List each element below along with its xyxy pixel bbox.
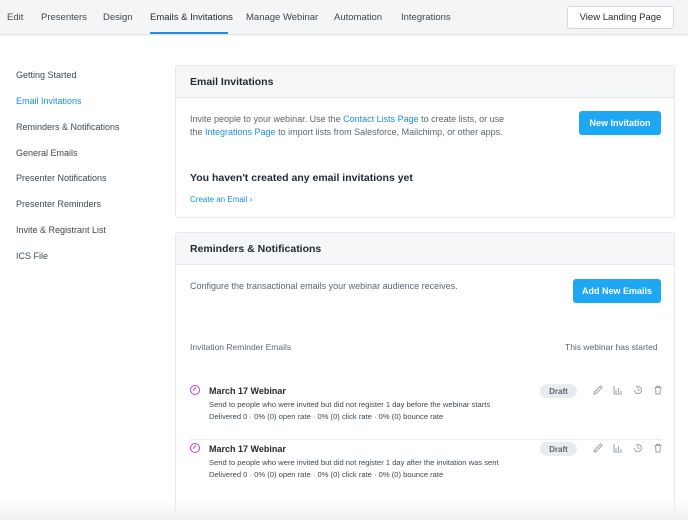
status-badge: Draft xyxy=(540,442,577,456)
email-invitations-title: Email Invitations xyxy=(190,76,274,88)
email-title: March 17 Webinar xyxy=(209,386,286,396)
clock-icon xyxy=(190,385,200,395)
sidebar-item-reminders-notifications[interactable]: Reminders & Notifications xyxy=(16,122,120,132)
description-text: Invite people to your webinar. Use the xyxy=(190,114,344,124)
list-item: March 17 Webinar Send to people who were… xyxy=(190,442,662,498)
sidebar-item-invite-registrant-list[interactable]: Invite & Registrant List xyxy=(16,225,106,235)
list-item: March 17 Webinar Send to people who were… xyxy=(190,384,662,440)
view-landing-page-button[interactable]: View Landing Page xyxy=(567,6,674,29)
sidebar-item-general-emails[interactable]: General Emails xyxy=(16,148,78,158)
reminders-notifications-card: Reminders & Notifications Configure the … xyxy=(175,232,675,520)
history-icon[interactable] xyxy=(632,442,644,454)
status-badge: Draft xyxy=(540,384,577,398)
empty-state-title: You haven't created any email invitation… xyxy=(190,172,413,184)
reminders-notifications-title: Reminders & Notifications xyxy=(190,243,322,255)
email-description: Send to people who were invited but did … xyxy=(209,458,499,467)
email-invitations-description: Invite people to your webinar. Use the C… xyxy=(190,113,508,139)
tab-presenters[interactable]: Presenters xyxy=(41,12,87,23)
sidebar-item-presenter-notifications[interactable]: Presenter Notifications xyxy=(16,173,107,183)
add-new-emails-button[interactable]: Add New Emails xyxy=(573,279,661,303)
email-invitations-card: Email Invitations Invite people to your … xyxy=(175,65,675,218)
contact-lists-link[interactable]: Contact Lists Page xyxy=(343,114,419,124)
card-header: Reminders & Notifications xyxy=(176,233,674,265)
tab-edit[interactable]: Edit xyxy=(7,12,23,23)
bottom-fade xyxy=(0,500,688,520)
description-text: to import lists from Salesforce, Mailchi… xyxy=(275,127,503,137)
card-header: Email Invitations xyxy=(176,66,674,98)
history-icon[interactable] xyxy=(632,384,644,396)
email-stats: Delivered 0 · 0% (0) open rate · 0% (0) … xyxy=(209,412,444,421)
tab-automation[interactable]: Automation xyxy=(334,12,382,23)
top-navigation: Edit Presenters Design Emails & Invitati… xyxy=(0,0,688,35)
sidebar-item-presenter-reminders[interactable]: Presenter Reminders xyxy=(16,199,101,209)
trash-icon[interactable] xyxy=(652,442,664,454)
email-description: Send to people who were invited but did … xyxy=(209,400,491,409)
sidebar-item-ics-file[interactable]: ICS File xyxy=(16,251,48,261)
divider xyxy=(190,439,662,440)
email-title: March 17 Webinar xyxy=(209,444,286,454)
trash-icon[interactable] xyxy=(652,384,664,396)
stats-icon[interactable] xyxy=(612,442,624,454)
clock-icon xyxy=(190,443,200,453)
reminders-description: Configure the transactional emails your … xyxy=(190,281,458,291)
integrations-link[interactable]: Integrations Page xyxy=(205,127,276,137)
new-invitation-button[interactable]: New Invitation xyxy=(579,111,661,135)
stats-icon[interactable] xyxy=(612,384,624,396)
webinar-status-note: This webinar has started xyxy=(565,342,658,352)
tab-manage-webinar[interactable]: Manage Webinar xyxy=(246,12,318,23)
sidebar-item-email-invitations[interactable]: Email Invitations xyxy=(16,96,82,106)
email-stats: Delivered 0 · 0% (0) open rate · 0% (0) … xyxy=(209,470,444,479)
edit-icon[interactable] xyxy=(592,442,604,454)
edit-icon[interactable] xyxy=(592,384,604,396)
main-content: Getting Started Email Invitations Remind… xyxy=(0,36,688,520)
create-email-link[interactable]: Create an Email › xyxy=(190,195,252,204)
active-tab-indicator xyxy=(150,32,228,34)
tab-design[interactable]: Design xyxy=(103,12,133,23)
invitation-reminder-emails-label: Invitation Reminder Emails xyxy=(190,342,292,352)
sidebar-item-getting-started[interactable]: Getting Started xyxy=(16,70,77,80)
tab-emails-invitations[interactable]: Emails & Invitations xyxy=(150,12,233,23)
tab-integrations[interactable]: Integrations xyxy=(401,12,451,23)
